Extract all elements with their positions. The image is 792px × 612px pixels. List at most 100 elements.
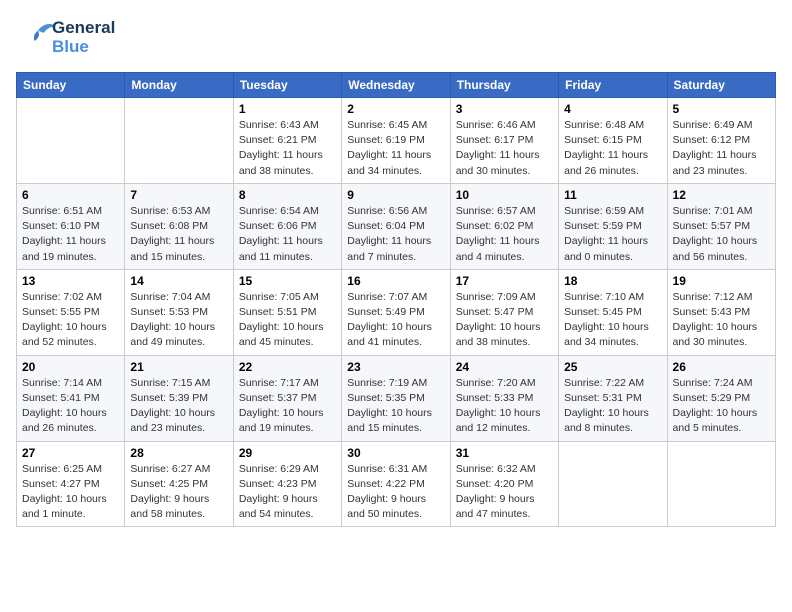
day-number: 5 <box>673 102 770 116</box>
calendar-cell: 13 Sunrise: 7:02 AM Sunset: 5:55 PM Dayli… <box>17 269 125 355</box>
day-number: 16 <box>347 274 444 288</box>
calendar-cell: 12 Sunrise: 7:01 AM Sunset: 5:57 PM Dayli… <box>667 183 775 269</box>
page-header: General Blue <box>16 16 776 60</box>
day-number: 27 <box>22 446 119 460</box>
weekday-header-thursday: Thursday <box>450 73 558 98</box>
calendar-cell: 26 Sunrise: 7:24 AM Sunset: 5:29 PM Dayli… <box>667 355 775 441</box>
day-number: 25 <box>564 360 661 374</box>
day-info: Sunrise: 6:56 AM Sunset: 6:04 PM Dayligh… <box>347 204 444 265</box>
day-info: Sunrise: 7:17 AM Sunset: 5:37 PM Dayligh… <box>239 376 336 437</box>
day-number: 12 <box>673 188 770 202</box>
calendar-cell: 28 Sunrise: 6:27 AM Sunset: 4:25 PM Dayli… <box>125 441 233 527</box>
day-info: Sunrise: 7:12 AM Sunset: 5:43 PM Dayligh… <box>673 290 770 351</box>
calendar-cell: 29 Sunrise: 6:29 AM Sunset: 4:23 PM Dayli… <box>233 441 341 527</box>
day-info: Sunrise: 6:45 AM Sunset: 6:19 PM Dayligh… <box>347 118 444 179</box>
weekday-header-wednesday: Wednesday <box>342 73 450 98</box>
day-number: 21 <box>130 360 227 374</box>
day-info: Sunrise: 6:48 AM Sunset: 6:15 PM Dayligh… <box>564 118 661 179</box>
day-number: 28 <box>130 446 227 460</box>
calendar-cell: 23 Sunrise: 7:19 AM Sunset: 5:35 PM Dayli… <box>342 355 450 441</box>
calendar-week-5: 27Sunrise: 6:25 AM Sunset: 4:27 PM Dayli… <box>17 441 776 527</box>
logo-blue-text: Blue <box>52 38 115 57</box>
day-info: Sunrise: 7:09 AM Sunset: 5:47 PM Dayligh… <box>456 290 553 351</box>
day-info: Sunrise: 6:43 AM Sunset: 6:21 PM Dayligh… <box>239 118 336 179</box>
day-info: Sunrise: 7:20 AM Sunset: 5:33 PM Dayligh… <box>456 376 553 437</box>
logo-general-text: General <box>52 19 115 38</box>
calendar-cell: 31 Sunrise: 6:32 AM Sunset: 4:20 PM Dayli… <box>450 441 558 527</box>
calendar-cell: 8 Sunrise: 6:54 AM Sunset: 6:06 PM Daylig… <box>233 183 341 269</box>
day-number: 6 <box>22 188 119 202</box>
calendar-cell: 4 Sunrise: 6:48 AM Sunset: 6:15 PM Daylig… <box>559 98 667 184</box>
day-number: 13 <box>22 274 119 288</box>
day-info: Sunrise: 7:02 AM Sunset: 5:55 PM Dayligh… <box>22 290 119 351</box>
calendar-cell: 6 Sunrise: 6:51 AM Sunset: 6:10 PM Daylig… <box>17 183 125 269</box>
day-info: Sunrise: 6:53 AM Sunset: 6:08 PM Dayligh… <box>130 204 227 265</box>
day-info: Sunrise: 6:31 AM Sunset: 4:22 PM Dayligh… <box>347 462 444 523</box>
day-info: Sunrise: 7:24 AM Sunset: 5:29 PM Dayligh… <box>673 376 770 437</box>
day-number: 18 <box>564 274 661 288</box>
calendar-cell: 18Sunrise: 7:10 AM Sunset: 5:45 PM Dayli… <box>559 269 667 355</box>
calendar-cell: 2Sunrise: 6:45 AM Sunset: 6:19 PM Daylig… <box>342 98 450 184</box>
calendar-cell: 7 Sunrise: 6:53 AM Sunset: 6:08 PM Daylig… <box>125 183 233 269</box>
day-info: Sunrise: 6:59 AM Sunset: 5:59 PM Dayligh… <box>564 204 661 265</box>
day-number: 8 <box>239 188 336 202</box>
weekday-header-sunday: Sunday <box>17 73 125 98</box>
weekday-header-saturday: Saturday <box>667 73 775 98</box>
day-info: Sunrise: 7:22 AM Sunset: 5:31 PM Dayligh… <box>564 376 661 437</box>
calendar-cell: 5Sunrise: 6:49 AM Sunset: 6:12 PM Daylig… <box>667 98 775 184</box>
calendar-cell: 1 Sunrise: 6:43 AM Sunset: 6:21 PM Daylig… <box>233 98 341 184</box>
calendar-cell: 16 Sunrise: 7:07 AM Sunset: 5:49 PM Dayli… <box>342 269 450 355</box>
calendar-cell: 21 Sunrise: 7:15 AM Sunset: 5:39 PM Dayli… <box>125 355 233 441</box>
day-info: Sunrise: 6:27 AM Sunset: 4:25 PM Dayligh… <box>130 462 227 523</box>
day-info: Sunrise: 7:15 AM Sunset: 5:39 PM Dayligh… <box>130 376 227 437</box>
day-number: 4 <box>564 102 661 116</box>
calendar-week-4: 20 Sunrise: 7:14 AM Sunset: 5:41 PM Dayli… <box>17 355 776 441</box>
calendar-cell <box>559 441 667 527</box>
calendar-cell: 25 Sunrise: 7:22 AM Sunset: 5:31 PM Dayli… <box>559 355 667 441</box>
calendar-cell: 17 Sunrise: 7:09 AM Sunset: 5:47 PM Dayli… <box>450 269 558 355</box>
day-number: 3 <box>456 102 553 116</box>
day-info: Sunrise: 7:19 AM Sunset: 5:35 PM Dayligh… <box>347 376 444 437</box>
day-number: 26 <box>673 360 770 374</box>
day-number: 14 <box>130 274 227 288</box>
day-number: 29 <box>239 446 336 460</box>
day-number: 31 <box>456 446 553 460</box>
calendar-cell: 20 Sunrise: 7:14 AM Sunset: 5:41 PM Dayli… <box>17 355 125 441</box>
day-info: Sunrise: 7:14 AM Sunset: 5:41 PM Dayligh… <box>22 376 119 437</box>
weekday-header-tuesday: Tuesday <box>233 73 341 98</box>
calendar-cell: 3 Sunrise: 6:46 AM Sunset: 6:17 PM Daylig… <box>450 98 558 184</box>
day-info: Sunrise: 6:46 AM Sunset: 6:17 PM Dayligh… <box>456 118 553 179</box>
day-info: Sunrise: 6:57 AM Sunset: 6:02 PM Dayligh… <box>456 204 553 265</box>
day-info: Sunrise: 6:54 AM Sunset: 6:06 PM Dayligh… <box>239 204 336 265</box>
calendar-cell <box>125 98 233 184</box>
day-number: 7 <box>130 188 227 202</box>
calendar-cell <box>667 441 775 527</box>
calendar-cell: 24 Sunrise: 7:20 AM Sunset: 5:33 PM Dayli… <box>450 355 558 441</box>
calendar-week-2: 6 Sunrise: 6:51 AM Sunset: 6:10 PM Daylig… <box>17 183 776 269</box>
calendar-week-1: 1 Sunrise: 6:43 AM Sunset: 6:21 PM Daylig… <box>17 98 776 184</box>
day-number: 15 <box>239 274 336 288</box>
day-info: Sunrise: 6:29 AM Sunset: 4:23 PM Dayligh… <box>239 462 336 523</box>
calendar-cell: 11 Sunrise: 6:59 AM Sunset: 5:59 PM Dayli… <box>559 183 667 269</box>
day-number: 10 <box>456 188 553 202</box>
day-info: Sunrise: 7:05 AM Sunset: 5:51 PM Dayligh… <box>239 290 336 351</box>
day-info: Sunrise: 6:51 AM Sunset: 6:10 PM Dayligh… <box>22 204 119 265</box>
logo: General Blue <box>16 16 115 60</box>
day-info: Sunrise: 7:01 AM Sunset: 5:57 PM Dayligh… <box>673 204 770 265</box>
day-number: 24 <box>456 360 553 374</box>
day-number: 17 <box>456 274 553 288</box>
logo-text-wrapper: General Blue <box>52 19 115 56</box>
day-number: 1 <box>239 102 336 116</box>
day-number: 11 <box>564 188 661 202</box>
day-number: 20 <box>22 360 119 374</box>
calendar-cell: 22Sunrise: 7:17 AM Sunset: 5:37 PM Dayli… <box>233 355 341 441</box>
weekday-header-monday: Monday <box>125 73 233 98</box>
calendar-cell: 30Sunrise: 6:31 AM Sunset: 4:22 PM Dayli… <box>342 441 450 527</box>
day-number: 9 <box>347 188 444 202</box>
day-info: Sunrise: 6:32 AM Sunset: 4:20 PM Dayligh… <box>456 462 553 523</box>
day-info: Sunrise: 7:07 AM Sunset: 5:49 PM Dayligh… <box>347 290 444 351</box>
day-number: 19 <box>673 274 770 288</box>
calendar-cell <box>17 98 125 184</box>
weekday-header-friday: Friday <box>559 73 667 98</box>
day-number: 23 <box>347 360 444 374</box>
